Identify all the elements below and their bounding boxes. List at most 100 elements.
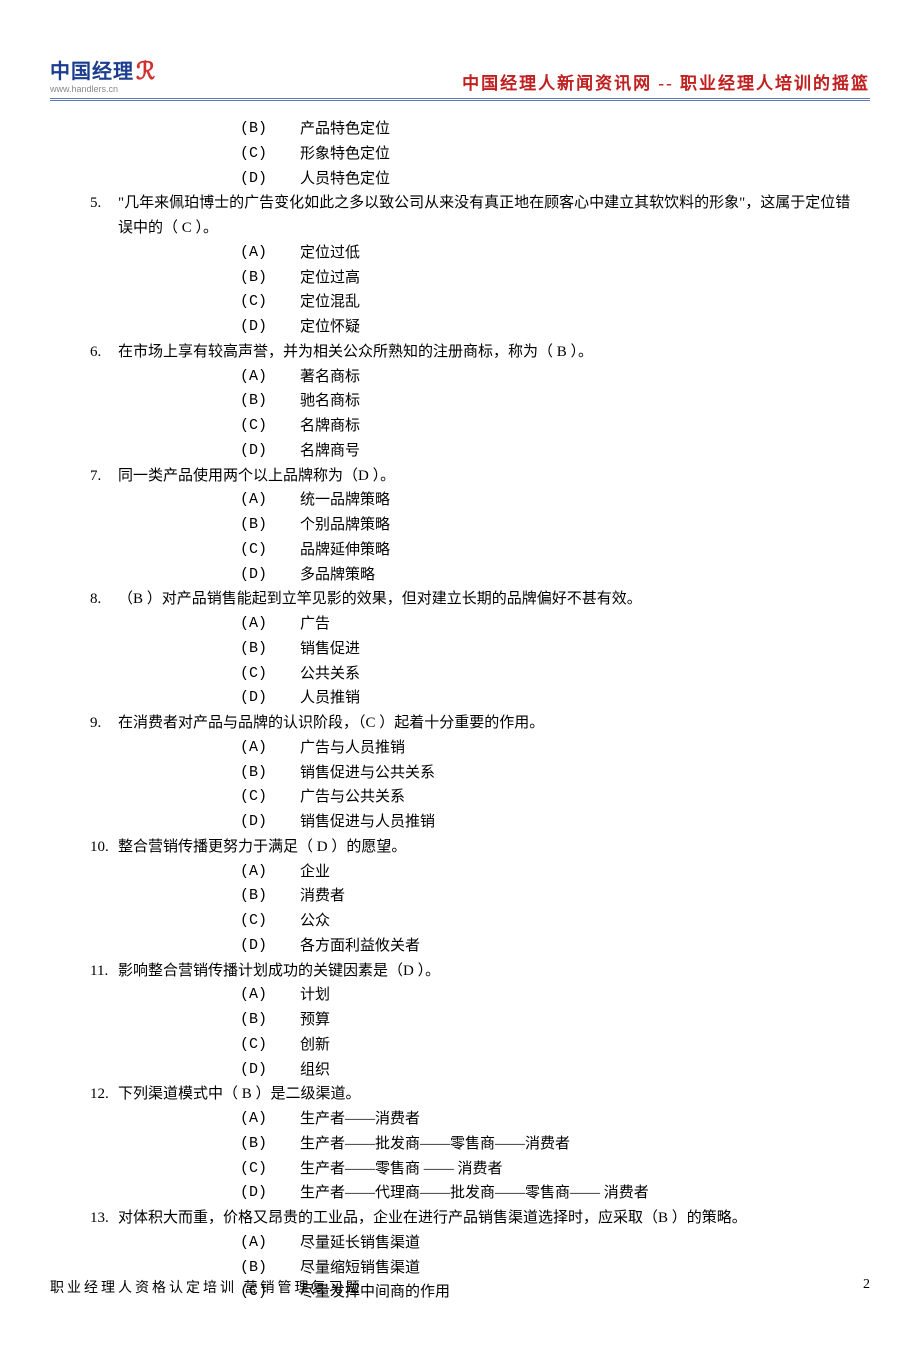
option-text: 生产者——代理商——批发商——零售商—— 消费者 xyxy=(300,1181,649,1206)
option-row: (C) 公众 xyxy=(90,909,860,934)
question-text: （B ）对产品销售能起到立竿见影的效果，但对建立长期的品牌偏好不甚有效。 xyxy=(118,587,860,612)
option-text: 定位过低 xyxy=(300,241,360,266)
option-text: 人员推销 xyxy=(300,686,360,711)
option-row: (B) 个别品牌策略 xyxy=(90,513,860,538)
question-number: 11. xyxy=(90,959,118,984)
option-text: 预算 xyxy=(300,1008,330,1033)
option-label: (D) xyxy=(240,1058,300,1083)
option-text: 各方面利益攸关者 xyxy=(300,934,420,959)
option-text: 形象特色定位 xyxy=(300,142,390,167)
question: 11. 影响整合营销传播计划成功的关键因素是（D ）。 xyxy=(90,959,860,984)
option-label: (C) xyxy=(240,538,300,563)
question: 6. 在市场上享有较高声誉，并为相关公众所熟知的注册商标，称为（ B ）。 xyxy=(90,340,860,365)
option-text: 生产者——消费者 xyxy=(300,1107,420,1132)
option-row: (C) 公共关系 xyxy=(90,662,860,687)
option-label: (A) xyxy=(240,1231,300,1256)
option-text: 产品特色定位 xyxy=(300,117,390,142)
option-label: (B) xyxy=(240,117,300,142)
option-text: 品牌延伸策略 xyxy=(300,538,390,563)
option-row: (D) 销售促进与人员推销 xyxy=(90,810,860,835)
option-row: (A) 生产者——消费者 xyxy=(90,1107,860,1132)
question-text: "几年来佩珀博士的广告变化如此之多以致公司从来没有真正地在顾客心中建立其软饮料的… xyxy=(118,191,860,241)
option-text: 名牌商标 xyxy=(300,414,360,439)
question: 10. 整合营销传播更努力于满足（ D ）的愿望。 xyxy=(90,835,860,860)
option-label: (B) xyxy=(240,637,300,662)
option-row: (D) 生产者——代理商——批发商——零售商—— 消费者 xyxy=(90,1181,860,1206)
option-label: (C) xyxy=(240,785,300,810)
option-label: (B) xyxy=(240,761,300,786)
question-number: 10. xyxy=(90,835,118,860)
option-label: (C) xyxy=(240,1157,300,1182)
option-text: 消费者 xyxy=(300,884,345,909)
option-text: 定位混乱 xyxy=(300,290,360,315)
option-row: (A) 计划 xyxy=(90,983,860,1008)
option-label: (B) xyxy=(240,1132,300,1157)
page-footer: 职业经理人资格认定培训 营销管理复习题 2 xyxy=(50,1277,870,1297)
option-row: (B) 预算 xyxy=(90,1008,860,1033)
option-label: (D) xyxy=(240,315,300,340)
option-row: (D) 多品牌策略 xyxy=(90,563,860,588)
option-label: (C) xyxy=(240,414,300,439)
option-text: 企业 xyxy=(300,860,330,885)
option-row: (B) 销售促进与公共关系 xyxy=(90,761,860,786)
question-number: 6. xyxy=(90,340,118,365)
option-text: 尽量延长销售渠道 xyxy=(300,1231,420,1256)
option-row: (B) 驰名商标 xyxy=(90,389,860,414)
option-text: 组织 xyxy=(300,1058,330,1083)
question: 8. （B ）对产品销售能起到立竿见影的效果，但对建立长期的品牌偏好不甚有效。 xyxy=(90,587,860,612)
page-number: 2 xyxy=(863,1277,870,1297)
page-header: 中国经理 ℛ www.handlers.cn 中国经理人新闻资讯网 -- 职业经… xyxy=(50,60,870,96)
option-row: (A) 著名商标 xyxy=(90,365,860,390)
option-text: 多品牌策略 xyxy=(300,563,375,588)
question-text: 影响整合营销传播计划成功的关键因素是（D ）。 xyxy=(118,959,860,984)
question-number: 13. xyxy=(90,1206,118,1231)
option-text: 计划 xyxy=(300,983,330,1008)
question-number: 9. xyxy=(90,711,118,736)
option-label: (A) xyxy=(240,1107,300,1132)
option-row: (C) 品牌延伸策略 xyxy=(90,538,860,563)
question: 12. 下列渠道模式中（ B ）是二级渠道。 xyxy=(90,1082,860,1107)
footer-left: 职业经理人资格认定培训 营销管理复习题 xyxy=(50,1277,363,1297)
question: 13. 对体积大而重，价格又昂贵的工业品，企业在进行产品销售渠道选择时，应采取（… xyxy=(90,1206,860,1231)
option-row: (D) 定位怀疑 xyxy=(90,315,860,340)
option-text: 公共关系 xyxy=(300,662,360,687)
option-row: (B) 消费者 xyxy=(90,884,860,909)
question-number: 7. xyxy=(90,464,118,489)
option-row: (C) 广告与公共关系 xyxy=(90,785,860,810)
option-text: 驰名商标 xyxy=(300,389,360,414)
option-text: 著名商标 xyxy=(300,365,360,390)
option-row: (B) 产品特色定位 xyxy=(90,117,860,142)
option-row: (D) 人员特色定位 xyxy=(90,167,860,192)
option-row: (B) 生产者——批发商——零售商——消费者 xyxy=(90,1132,860,1157)
question-text: 对体积大而重，价格又昂贵的工业品，企业在进行产品销售渠道选择时，应采取（B ）的… xyxy=(118,1206,860,1231)
option-row: (A) 尽量延长销售渠道 xyxy=(90,1231,860,1256)
question-text: 整合营销传播更努力于满足（ D ）的愿望。 xyxy=(118,835,860,860)
option-text: 个别品牌策略 xyxy=(300,513,390,538)
content-body: (B) 产品特色定位 (C) 形象特色定位 (D) 人员特色定位 5. "几年来… xyxy=(50,117,870,1305)
option-row: (D) 人员推销 xyxy=(90,686,860,711)
option-label: (D) xyxy=(240,1181,300,1206)
option-row: (C) 创新 xyxy=(90,1033,860,1058)
option-text: 销售促进与人员推销 xyxy=(300,810,435,835)
option-label: (D) xyxy=(240,563,300,588)
option-text: 定位过高 xyxy=(300,266,360,291)
option-row: (D) 名牌商号 xyxy=(90,439,860,464)
option-text: 创新 xyxy=(300,1033,330,1058)
question-number: 12. xyxy=(90,1082,118,1107)
option-label: (D) xyxy=(240,439,300,464)
option-text: 销售促进 xyxy=(300,637,360,662)
option-label: (C) xyxy=(240,1033,300,1058)
option-row: (C) 名牌商标 xyxy=(90,414,860,439)
option-row: (B) 定位过高 xyxy=(90,266,860,291)
option-label: (A) xyxy=(240,860,300,885)
option-label: (C) xyxy=(240,909,300,934)
option-text: 公众 xyxy=(300,909,330,934)
option-label: (A) xyxy=(240,488,300,513)
option-text: 定位怀疑 xyxy=(300,315,360,340)
logo-text: 中国经理 xyxy=(50,62,134,82)
option-label: (A) xyxy=(240,365,300,390)
option-label: (B) xyxy=(240,389,300,414)
option-label: (B) xyxy=(240,884,300,909)
question-text: 同一类产品使用两个以上品牌称为（D ）。 xyxy=(118,464,860,489)
option-row: (A) 统一品牌策略 xyxy=(90,488,860,513)
